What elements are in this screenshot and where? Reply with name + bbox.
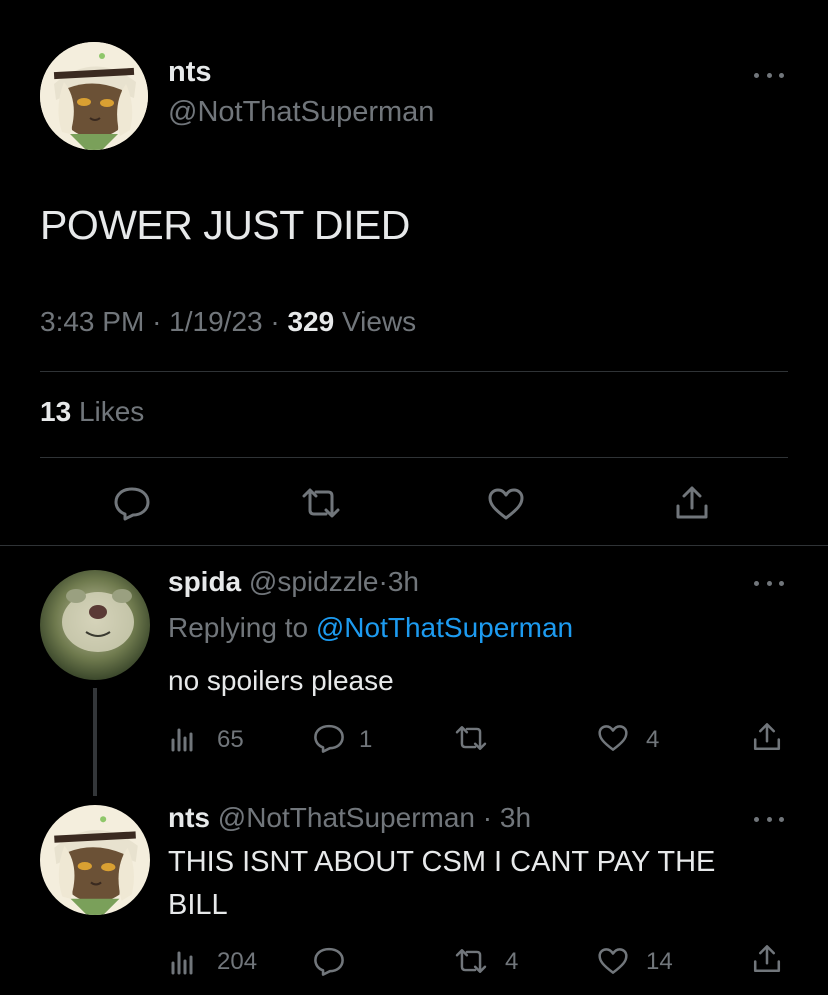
views-label: Views — [341, 306, 417, 337]
views-icon[interactable] — [170, 724, 198, 752]
meta-separator: · — [152, 306, 162, 337]
likes-label: Likes — [78, 396, 145, 427]
replying-prefix: Replying to — [168, 612, 309, 643]
retweet-icon[interactable] — [452, 724, 490, 752]
reply-header: spida @spidzzle·3h — [168, 566, 419, 598]
views-count: 65 — [217, 726, 244, 753]
tweet-meta: 3:43 PM · 1/19/23 · 329 Views — [40, 306, 416, 338]
tweet-text: POWER JUST DIED — [40, 202, 410, 248]
reply-count: 1 — [359, 726, 373, 753]
share-icon[interactable] — [673, 484, 711, 522]
like-icon[interactable] — [596, 723, 630, 753]
divider — [40, 457, 788, 458]
tweet-date[interactable]: 1/19/23 — [169, 306, 262, 337]
share-icon[interactable] — [751, 943, 783, 975]
views-count: 329 — [287, 306, 335, 337]
author-handle[interactable]: @spidzzle — [249, 566, 379, 597]
more-icon[interactable] — [754, 578, 784, 588]
reply-icon[interactable] — [312, 722, 346, 754]
retweet-icon[interactable] — [452, 947, 490, 975]
likes-count: 13 — [40, 396, 72, 427]
like-icon[interactable] — [486, 486, 526, 522]
retweet-icon[interactable] — [298, 486, 344, 520]
tweet-time[interactable]: 3:43 PM — [40, 306, 144, 337]
author-name[interactable]: spida — [168, 566, 241, 597]
like-icon[interactable] — [596, 946, 630, 976]
meta-separator: · — [482, 802, 493, 833]
replying-to-link[interactable]: @NotThatSuperman — [316, 612, 573, 643]
tweet-text-line: THIS ISNT ABOUT CSM I CANT PAY THE — [168, 846, 716, 878]
more-icon[interactable] — [754, 70, 784, 80]
more-icon[interactable] — [754, 814, 784, 824]
tweet-age[interactable]: 3h — [388, 566, 419, 597]
divider — [40, 371, 788, 372]
like-count: 14 — [646, 948, 673, 975]
reply-header: nts @NotThatSuperman · 3h — [168, 802, 531, 834]
author-handle[interactable]: @NotThatSuperman — [218, 802, 475, 833]
share-icon[interactable] — [751, 721, 783, 753]
views-count: 204 — [217, 948, 258, 975]
tweet-age[interactable]: 3h — [500, 802, 531, 833]
replying-to: Replying to @NotThatSuperman — [168, 612, 573, 644]
tweet-text: no spoilers please — [168, 665, 394, 696]
avatar[interactable] — [40, 570, 150, 680]
reply-icon[interactable] — [112, 485, 152, 521]
likes-stat[interactable]: 13 Likes — [40, 396, 144, 428]
meta-separator: · — [270, 306, 280, 337]
views-icon[interactable] — [170, 947, 198, 975]
like-count: 4 — [646, 726, 660, 753]
meta-separator: · — [378, 566, 388, 597]
author-name[interactable]: nts — [168, 56, 212, 89]
author-name[interactable]: nts — [168, 802, 210, 833]
avatar[interactable] — [40, 42, 148, 150]
retweet-count: 4 — [505, 948, 519, 975]
tweet-text-line: BILL — [168, 889, 228, 921]
reply-icon[interactable] — [312, 945, 346, 977]
thread-line — [93, 688, 97, 796]
author-handle[interactable]: @NotThatSuperman — [168, 96, 434, 129]
avatar[interactable] — [40, 805, 150, 915]
section-divider — [0, 545, 828, 546]
